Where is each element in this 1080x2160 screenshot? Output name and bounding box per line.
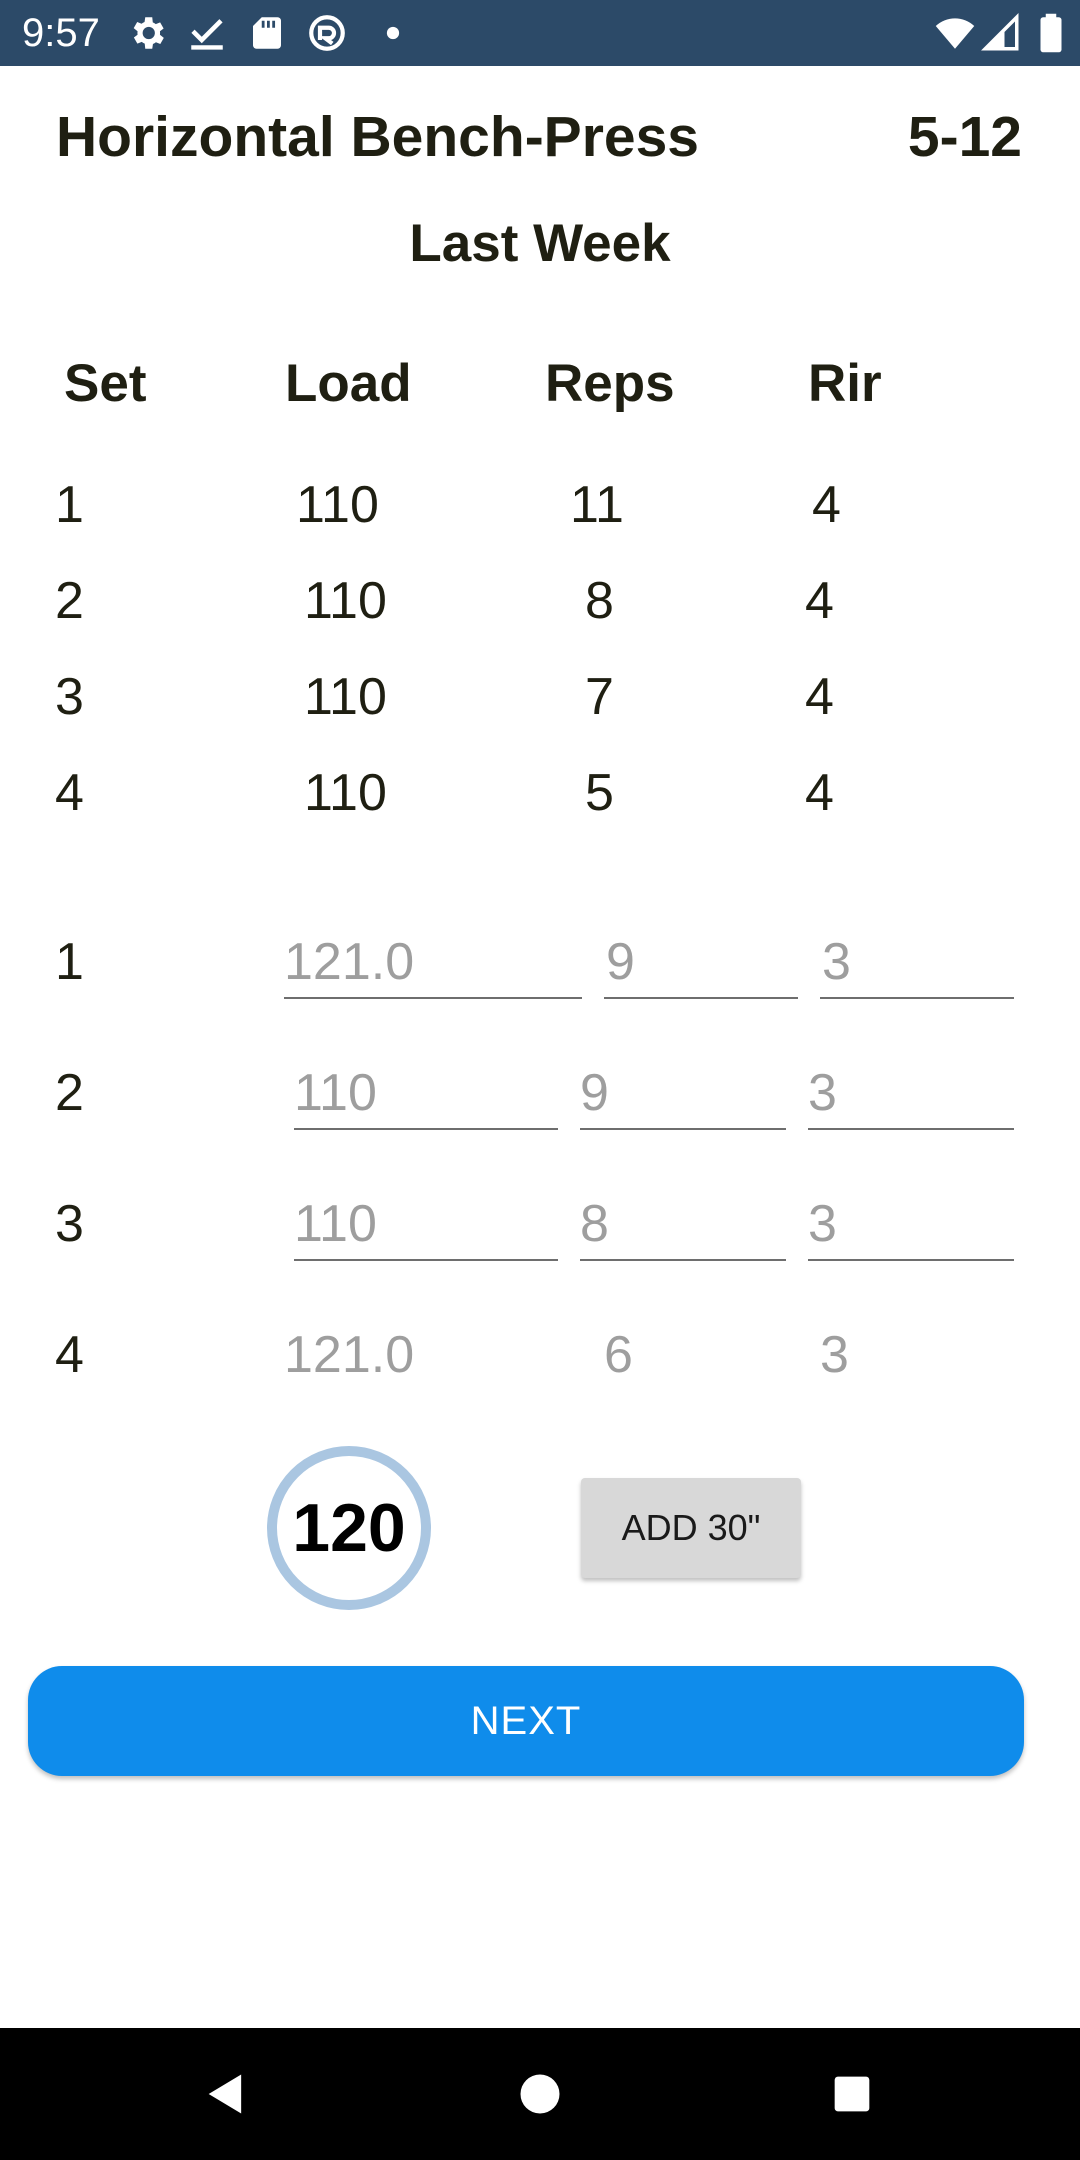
sync-icon — [309, 15, 345, 51]
reps-input[interactable]: 9 — [604, 931, 798, 999]
reps-input[interactable]: 6 — [604, 1324, 633, 1386]
battery-icon — [1040, 13, 1062, 53]
load-value: 110 — [296, 476, 379, 534]
reps-input[interactable]: 9 — [580, 1062, 786, 1130]
rest-timer-value: 120 — [292, 1490, 406, 1566]
navigation-bar — [0, 2028, 1080, 2160]
set-number: 4 — [55, 764, 84, 822]
gear-icon — [133, 17, 164, 49]
rir-input[interactable]: 3 — [808, 1193, 1014, 1261]
rir-value: 4 — [805, 764, 834, 822]
sd-card-icon — [253, 17, 281, 49]
rir-input[interactable]: 3 — [820, 931, 1014, 999]
rir-value: 4 — [805, 668, 834, 726]
reps-input[interactable]: 8 — [580, 1193, 786, 1261]
wifi-icon — [935, 18, 975, 49]
back-icon[interactable] — [200, 2068, 252, 2120]
status-time: 9:57 — [22, 11, 100, 55]
exercise-title: Horizontal Bench-Press — [56, 105, 699, 169]
load-input[interactable]: 121.0 — [284, 1324, 414, 1386]
rir-input[interactable]: 3 — [820, 1324, 849, 1386]
checkmark-icon — [191, 19, 223, 50]
load-input[interactable]: 110 — [294, 1193, 558, 1261]
workout-date: 5-12 — [907, 105, 1022, 169]
rir-input[interactable]: 3 — [808, 1062, 1014, 1130]
home-icon[interactable] — [514, 2068, 566, 2120]
set-number: 2 — [55, 572, 84, 630]
set-number: 3 — [55, 668, 84, 726]
set-number: 2 — [55, 1064, 84, 1122]
status-bar: 9:57 — [0, 0, 1080, 66]
section-title-last-week: Last Week — [409, 214, 671, 273]
load-input[interactable]: 121.0 — [284, 931, 582, 999]
set-number: 1 — [55, 476, 84, 534]
rir-value: 4 — [805, 572, 834, 630]
rest-timer: 120 — [267, 1446, 431, 1610]
column-header-set: Set — [64, 354, 147, 413]
next-button[interactable]: NEXT — [28, 1666, 1024, 1776]
rir-value: 4 — [812, 476, 841, 534]
load-value: 110 — [304, 668, 387, 726]
set-number: 3 — [55, 1195, 84, 1253]
load-value: 110 — [304, 764, 387, 822]
dot-icon — [386, 26, 400, 40]
cell-signal-icon — [981, 13, 1019, 51]
set-number: 1 — [55, 933, 84, 991]
column-header-reps: Reps — [545, 354, 675, 413]
reps-value: 7 — [585, 668, 614, 726]
load-value: 110 — [304, 572, 387, 630]
recents-icon[interactable] — [826, 2068, 878, 2120]
reps-value: 5 — [585, 764, 614, 822]
add-30-seconds-button[interactable]: ADD 30" — [581, 1478, 801, 1578]
load-input[interactable]: 110 — [294, 1062, 558, 1130]
column-header-rir: Rir — [808, 354, 882, 413]
reps-value: 11 — [570, 476, 624, 534]
column-header-load: Load — [285, 354, 412, 413]
set-number: 4 — [55, 1326, 84, 1384]
reps-value: 8 — [585, 572, 614, 630]
